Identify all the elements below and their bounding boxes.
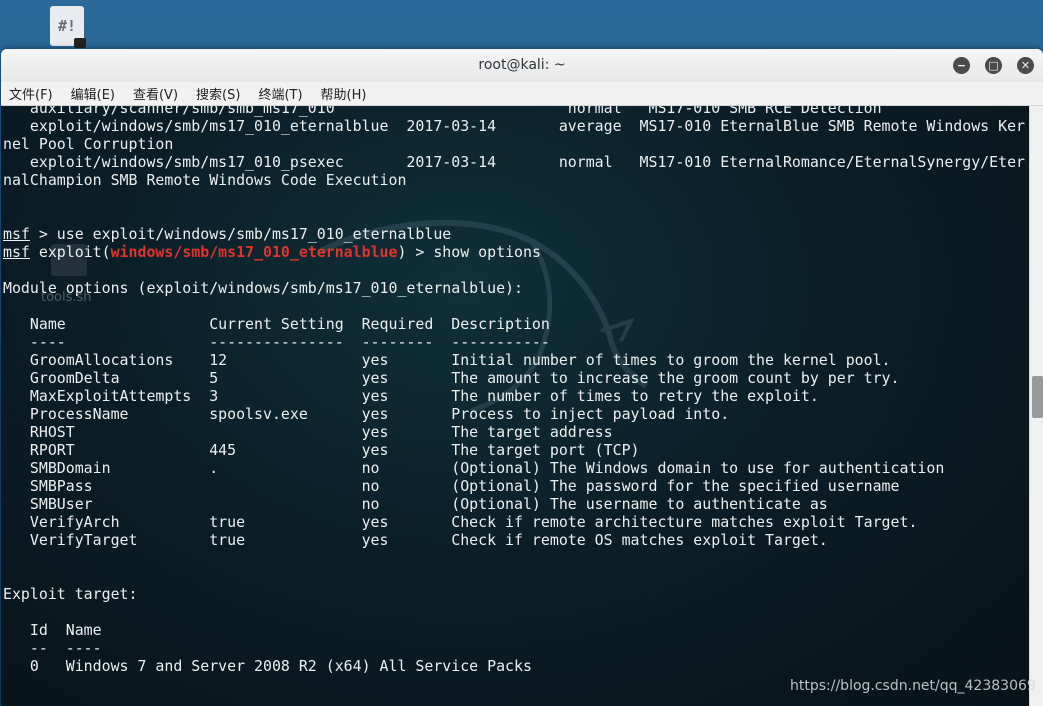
menu-help[interactable]: 帮助(H) — [321, 84, 367, 103]
terminal-text: auxiliary/scanner/smb/smb_ms17_010 norma… — [3, 106, 1025, 675]
output-line: 0 Windows 7 and Server 2008 R2 (x64) All… — [3, 657, 532, 675]
output-line: ProcessName spoolsv.exe yes Process to i… — [3, 405, 730, 423]
terminal-line: nalChampion SMB Remote Windows Code Exec… — [3, 171, 407, 189]
menu-terminal[interactable]: 终端(T) — [258, 84, 302, 103]
output-line: GroomDelta 5 yes The amount to increase … — [3, 369, 900, 387]
output-line: -- ---- — [3, 639, 102, 657]
menu-edit[interactable]: 编辑(E) — [71, 84, 115, 103]
window-titlebar[interactable]: root@kali: ~ − □ ✕ — [1, 49, 1043, 82]
terminal-line: auxiliary/scanner/smb/smb_ms17_010 norma… — [3, 106, 882, 117]
close-icon[interactable]: ✕ — [1017, 57, 1034, 74]
blog-watermark: https://blog.csdn.net/qq_42383069 — [790, 678, 1036, 694]
terminal-line: exploit/windows/smb/ms17_010_eternalblue… — [3, 117, 1026, 135]
output-line: RPORT 445 yes The target port (TCP) — [3, 441, 640, 459]
output-line: MaxExploitAttempts 3 yes The number of t… — [3, 387, 819, 405]
msf-prompt: msf — [3, 225, 30, 243]
desktop-script-icon[interactable]: #! — [48, 4, 88, 48]
maximize-icon[interactable]: □ — [985, 57, 1002, 74]
output-line: VerifyArch true yes Check if remote arch… — [3, 513, 918, 531]
output-line: Name Current Setting Required Descriptio… — [3, 315, 550, 333]
use-command: > use exploit/windows/smb/ms17_010_etern… — [29, 225, 452, 243]
menu-file[interactable]: 文件(F) — [9, 84, 53, 103]
terminal-line: exploit/windows/smb/ms17_010_psexec 2017… — [3, 153, 1026, 171]
output-line: VerifyTarget true yes Check if remote OS… — [3, 531, 828, 549]
terminal-line: nel Pool Corruption — [3, 135, 174, 153]
scrollbar-thumb[interactable] — [1032, 376, 1043, 418]
shortcut-badge-icon — [74, 38, 86, 48]
terminal-output[interactable]: tools.sh auxiliary/scanner/smb/smb_ms17_… — [1, 106, 1029, 706]
output-line: Id Name — [3, 621, 102, 639]
output-line: GroomAllocations 12 yes Initial number o… — [3, 351, 891, 369]
show-command: ) > show options — [397, 243, 541, 261]
menu-view[interactable]: 查看(V) — [133, 84, 178, 103]
output-line: SMBDomain . no (Optional) The Windows do… — [3, 459, 945, 477]
output-line: ---- --------------- -------- ----------… — [3, 333, 550, 351]
output-line: RHOST yes The target address — [3, 423, 613, 441]
msf-prompt: msf — [3, 243, 30, 261]
output-line: Module options (exploit/windows/smb/ms17… — [3, 279, 523, 297]
active-module: windows/smb/ms17_010_eternalblue — [110, 243, 398, 261]
output-line: Exploit target: — [3, 585, 138, 603]
minimize-icon[interactable]: − — [953, 57, 970, 74]
exploit-prefix: exploit( — [29, 243, 111, 261]
output-line: SMBUser no (Optional) The username to au… — [3, 495, 828, 513]
menu-bar: 文件(F) 编辑(E) 查看(V) 搜索(S) 终端(T) 帮助(H) — [1, 82, 1043, 106]
menu-search[interactable]: 搜索(S) — [196, 84, 240, 103]
output-line: SMBPass no (Optional) The password for t… — [3, 477, 900, 495]
window-title: root@kali: ~ — [478, 57, 566, 73]
terminal-window: root@kali: ~ − □ ✕ 文件(F) 编辑(E) 查看(V) 搜索(… — [1, 49, 1043, 706]
terminal-scrollbar[interactable] — [1029, 106, 1043, 706]
